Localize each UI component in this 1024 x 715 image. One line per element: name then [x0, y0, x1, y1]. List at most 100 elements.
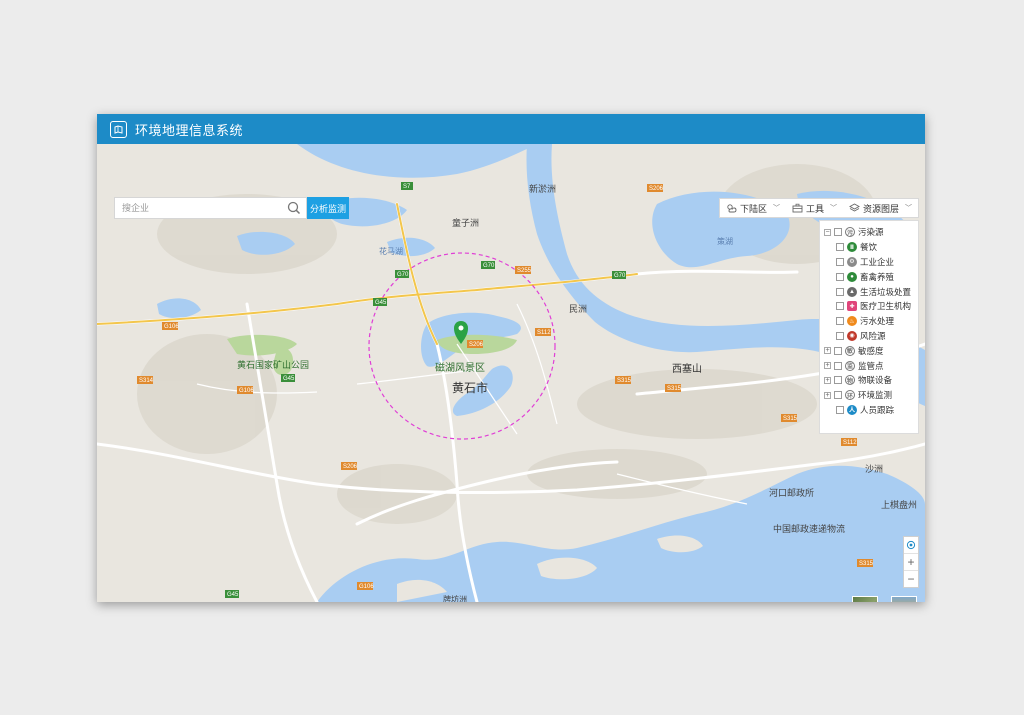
layer-item-industry[interactable]: ⚙ 工业企业 — [820, 255, 918, 270]
svg-text:S315: S315 — [783, 416, 798, 422]
svg-text:童子洲: 童子洲 — [452, 217, 479, 228]
layer-checkbox[interactable] — [836, 302, 844, 311]
zoom-in-button[interactable]: + — [904, 554, 918, 571]
layer-item-livestock[interactable]: ● 畜禽养殖 — [820, 269, 918, 284]
layer-checkbox[interactable] — [834, 361, 842, 370]
layer-group-sensitivity[interactable]: + 敏 敏感度 — [820, 343, 918, 358]
map-book-icon — [110, 120, 127, 138]
svg-text:S315: S315 — [617, 378, 632, 384]
layer-checkbox[interactable] — [836, 287, 844, 296]
svg-text:新淤洲: 新淤洲 — [529, 183, 556, 194]
layer-item-sewage[interactable]: ♨ 污水处理 — [820, 314, 918, 329]
layer-item-garbage[interactable]: ▲ 生活垃圾处置 — [820, 284, 918, 299]
pollution-source-icon: 污 — [845, 227, 855, 238]
toolbox-icon — [792, 203, 806, 213]
layer-item-medical[interactable]: ✚ 医疗卫生机构 — [820, 299, 918, 314]
layer-checkbox[interactable] — [834, 228, 842, 237]
layer-label: 污染源 — [858, 227, 884, 238]
layer-checkbox[interactable] — [836, 257, 844, 266]
svg-text:牌坊洲: 牌坊洲 — [443, 594, 467, 602]
layer-group-env-monitor[interactable]: + 环 环境监测 — [820, 388, 918, 403]
layer-label: 工业企业 — [860, 256, 895, 267]
layer-checkbox[interactable] — [836, 317, 844, 326]
factory-icon: ⚙ — [847, 256, 857, 267]
svg-text:西塞山: 西塞山 — [672, 362, 702, 375]
garbage-icon: ▲ — [847, 286, 857, 297]
svg-text:S315: S315 — [667, 386, 682, 392]
search-icon[interactable] — [287, 201, 301, 215]
svg-text:S206: S206 — [649, 186, 664, 192]
layer-group-pollution[interactable]: − 污 污染源 — [820, 225, 918, 240]
chevron-down-icon: ﹀ — [772, 205, 780, 212]
expand-icon[interactable]: + — [824, 362, 831, 370]
sensitivity-icon: 敏 — [845, 345, 855, 356]
expand-icon[interactable]: + — [824, 347, 831, 355]
satellite-view-button[interactable]: 卫星 — [852, 596, 878, 602]
svg-text:策湖: 策湖 — [717, 236, 733, 246]
layer-label: 物联设备 — [858, 375, 893, 386]
weather-icon — [726, 203, 740, 213]
svg-text:G106: G106 — [239, 388, 254, 394]
resource-layers-label: 资源图层 — [862, 203, 899, 214]
svg-text:上棋盘州: 上棋盘州 — [881, 499, 917, 510]
iot-device-icon: 物 — [845, 375, 855, 386]
zoom-control: + − — [903, 536, 919, 588]
layers-panel: − 污 污染源 Ⅱ 餐饮 ⚙ 工业企业 ● 畜禽养殖 ▲ 生活垃圾处置 ✚ 医疗… — [819, 220, 919, 434]
locate-icon[interactable] — [904, 537, 918, 554]
layer-checkbox[interactable] — [836, 331, 844, 340]
sewage-icon: ♨ — [847, 316, 857, 327]
district-select[interactable]: 下陆区 ﹀ — [720, 199, 786, 217]
layer-item-person-tracking[interactable]: 人 人员跟踪 — [820, 403, 918, 418]
layer-checkbox[interactable] — [834, 376, 842, 385]
tools-menu[interactable]: 工具 ﹀ — [786, 199, 843, 217]
analyze-monitor-button[interactable]: 分析监测 — [307, 197, 349, 219]
layer-item-risk[interactable]: ◉ 风险源 — [820, 329, 918, 344]
layer-group-supervision[interactable]: + 监 监管点 — [820, 358, 918, 373]
chevron-down-icon: ﹀ — [905, 205, 912, 212]
svg-text:河口邮政所: 河口邮政所 — [769, 487, 814, 498]
svg-text:G106: G106 — [359, 584, 374, 590]
layers-icon — [849, 203, 863, 213]
district-label: 下陆区 — [739, 203, 767, 214]
expand-icon[interactable]: + — [824, 391, 831, 399]
collapse-icon[interactable]: − — [824, 228, 831, 236]
title-bar: 环境地理信息系统 — [97, 114, 925, 144]
zoom-out-button[interactable]: − — [904, 571, 918, 587]
svg-text:G106: G106 — [164, 324, 179, 330]
layer-item-catering[interactable]: Ⅱ 餐饮 — [820, 240, 918, 255]
layer-checkbox[interactable] — [834, 346, 842, 355]
search-box — [114, 197, 307, 219]
person-icon: 人 — [847, 404, 857, 415]
layer-label: 人员跟踪 — [860, 404, 895, 415]
svg-text:沙洲: 沙洲 — [865, 464, 883, 474]
expand-icon[interactable]: + — [824, 376, 831, 384]
layer-label: 环境监测 — [858, 390, 893, 401]
svg-text:S255: S255 — [517, 268, 532, 274]
svg-text:S314: S314 — [139, 378, 154, 384]
search-input[interactable] — [120, 202, 284, 214]
svg-text:磁湖风景区: 磁湖风景区 — [435, 361, 485, 374]
svg-text:G70: G70 — [614, 273, 626, 279]
layer-checkbox[interactable] — [834, 391, 842, 400]
map-canvas[interactable]: 黄石市 磁湖风景区 西塞山 黄石国家矿山公园 河口邮政所 中国邮政速递物流 上棋… — [97, 144, 925, 602]
layer-checkbox[interactable] — [836, 272, 844, 281]
svg-text:G45: G45 — [227, 592, 239, 598]
svg-text:民洲: 民洲 — [569, 304, 587, 314]
layer-label: 餐饮 — [860, 242, 878, 253]
app-window: 环境地理信息系统 黄石市 磁湖风景区 西塞山 黄石国家矿山公园 河口邮政所 中国… — [97, 114, 925, 602]
layer-checkbox[interactable] — [836, 243, 844, 252]
layer-group-iot[interactable]: + 物 物联设备 — [820, 373, 918, 388]
svg-text:S112: S112 — [843, 440, 857, 446]
risk-icon: ◉ — [847, 330, 857, 341]
svg-text:G70: G70 — [483, 263, 495, 269]
app-title: 环境地理信息系统 — [135, 122, 244, 138]
layer-label: 污水处理 — [860, 316, 895, 327]
resource-layers-menu[interactable]: 资源图层 ﹀ — [843, 199, 918, 217]
layer-label: 医疗卫生机构 — [860, 301, 912, 312]
svg-text:S206: S206 — [343, 464, 358, 470]
svg-text:S7: S7 — [403, 184, 411, 190]
map-toolbar: 下陆区 ﹀ 工具 ﹀ 资源图层 ﹀ — [718, 198, 919, 218]
3d-view-button[interactable]: 3D — [891, 596, 917, 602]
svg-text:G45: G45 — [375, 300, 387, 306]
layer-checkbox[interactable] — [836, 405, 844, 414]
